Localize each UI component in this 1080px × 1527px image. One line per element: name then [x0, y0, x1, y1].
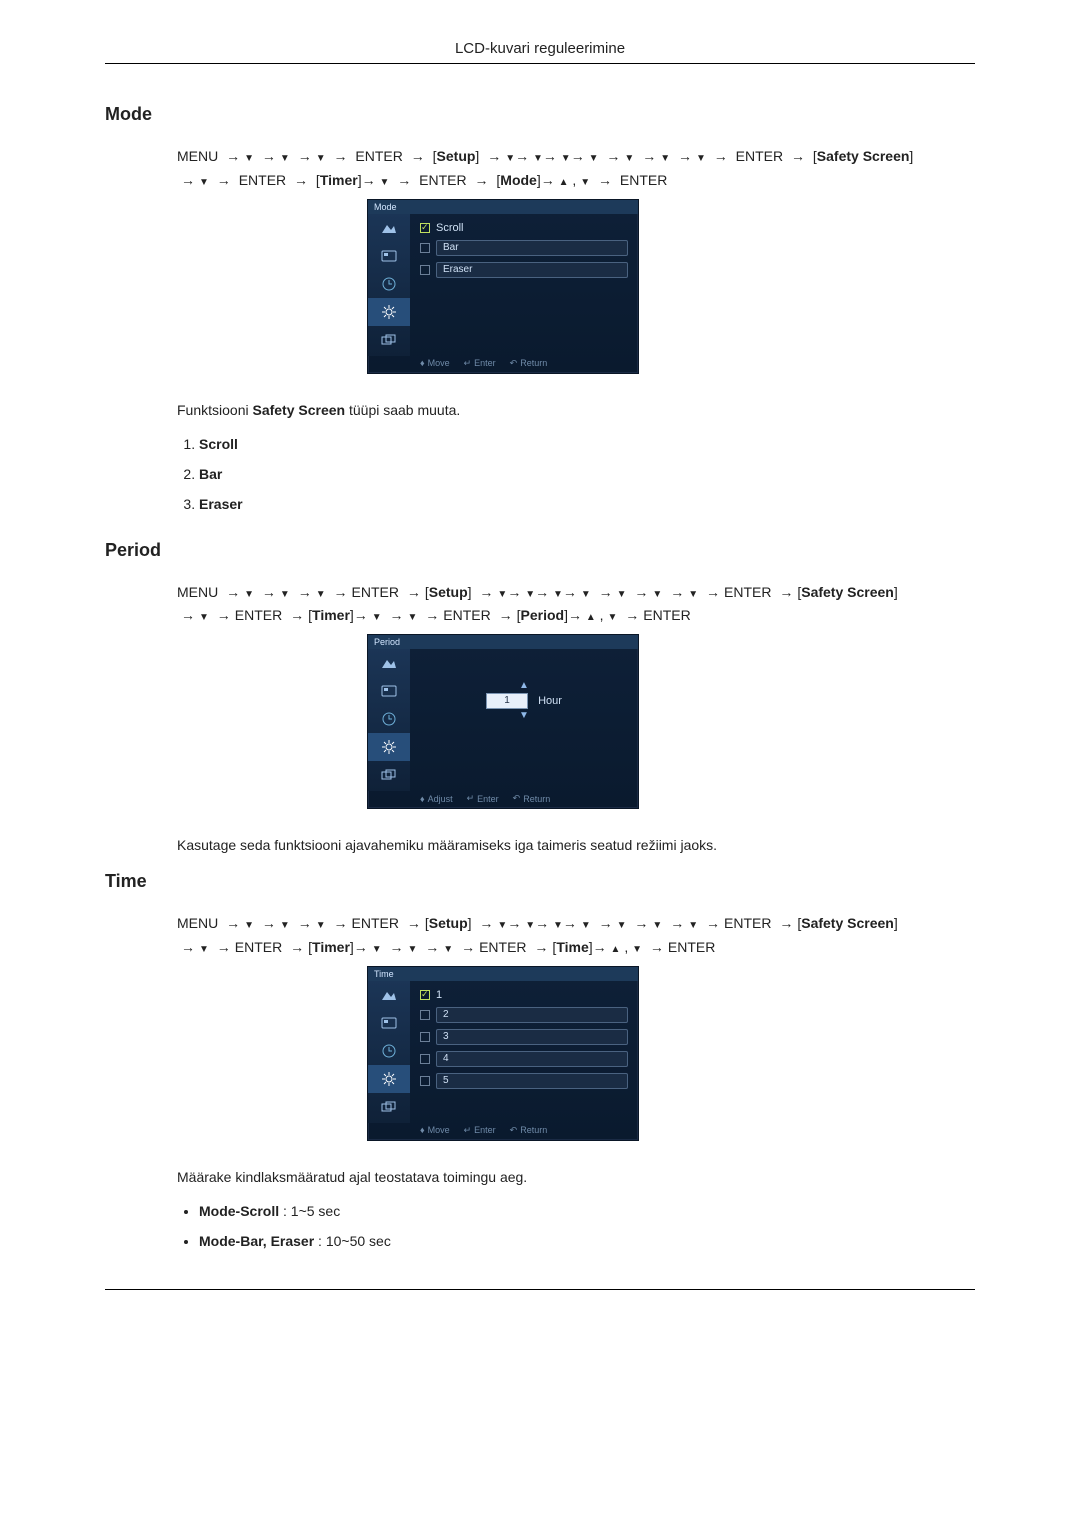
check-icon — [420, 265, 430, 275]
period-unit: Hour — [538, 695, 562, 707]
chevron-down-icon[interactable]: ▼ — [420, 711, 628, 721]
period-value: 1 — [486, 693, 528, 709]
osd-period-main: ▲ 1 Hour ▼ — [410, 649, 638, 791]
hint-move: ♦ Move — [420, 1125, 450, 1136]
hint-return: ↶ Return — [510, 358, 548, 369]
mode-nav-block: MENU → → → → ENTER → [Setup] →→ → → → → … — [177, 145, 975, 374]
time-nav-line: MENU → → → →ENTER →[Setup] →→ → → → → → … — [177, 912, 975, 960]
list-item: Bar — [199, 466, 975, 482]
check-icon — [420, 990, 430, 1000]
check-icon — [420, 1032, 430, 1042]
hint-return: ↶ Return — [513, 793, 551, 804]
clock-icon[interactable] — [368, 270, 410, 298]
osd-time: Time 1 2 3 4 5 ♦ Move — [367, 966, 639, 1141]
section-heading-time: Time — [105, 871, 975, 892]
nav-enter: ENTER — [355, 148, 402, 164]
list-item: Scroll — [199, 436, 975, 452]
check-icon — [420, 243, 430, 253]
input-icon[interactable] — [368, 1009, 410, 1037]
page-header-title: LCD-kuvari reguleerimine — [105, 40, 975, 57]
osd-mode-option[interactable]: Scroll — [420, 222, 628, 234]
nav-mode: Mode — [500, 172, 537, 188]
hint-enter: ↵ Enter — [467, 793, 499, 804]
picture-icon[interactable] — [368, 649, 410, 677]
arrow-icon: → — [226, 148, 240, 164]
osd-period: Period ▲ 1 Hour ▼ — [367, 634, 639, 809]
hint-move: ♦ Move — [420, 358, 450, 369]
osd-time-option[interactable]: 2 — [420, 1007, 628, 1023]
period-nav-line: MENU → → → →ENTER →[Setup] →→ → → → → → … — [177, 581, 975, 629]
multi-icon[interactable] — [368, 1093, 410, 1121]
check-icon — [420, 223, 430, 233]
check-icon — [420, 1054, 430, 1064]
up-icon — [559, 172, 569, 188]
hint-enter: ↵ Enter — [464, 358, 496, 369]
time-ranges-list: Mode-Scroll : 1~5 sec Mode-Bar, Eraser :… — [177, 1203, 975, 1249]
list-item: Mode-Bar, Eraser : 10~50 sec — [199, 1233, 975, 1249]
page: LCD-kuvari reguleerimine Mode MENU → → →… — [0, 0, 1080, 1350]
nav-timer: Timer — [320, 172, 358, 188]
multi-icon[interactable] — [368, 326, 410, 354]
mode-options-list: Scroll Bar Eraser — [177, 436, 975, 512]
osd-footer: ♦ Move ↵ Enter ↶ Return — [368, 356, 638, 373]
gear-icon[interactable] — [368, 298, 410, 326]
period-body-text: Kasutage seda funktsiooni ajavahemiku mä… — [177, 837, 975, 853]
osd-time-option[interactable]: 5 — [420, 1073, 628, 1089]
osd-mode-option[interactable]: Bar — [420, 240, 628, 256]
nav-safety-screen: Safety Screen — [817, 148, 910, 164]
osd-mode: Mode Scroll Bar — [367, 199, 639, 374]
hint-enter: ↵ Enter — [464, 1125, 496, 1136]
down-icon — [244, 148, 254, 164]
multi-icon[interactable] — [368, 761, 410, 789]
picture-icon[interactable] — [368, 981, 410, 1009]
osd-side-icons — [368, 214, 410, 356]
header-rule — [105, 63, 975, 64]
time-nav-block: MENU → → → →ENTER →[Setup] →→ → → → → → … — [177, 912, 975, 1141]
check-icon — [420, 1076, 430, 1086]
picture-icon[interactable] — [368, 214, 410, 242]
osd-side-icons — [368, 649, 410, 791]
input-icon[interactable] — [368, 677, 410, 705]
osd-time-main: 1 2 3 4 5 — [410, 981, 638, 1123]
hint-return: ↶ Return — [510, 1125, 548, 1136]
section-heading-period: Period — [105, 540, 975, 561]
osd-mode-main: Scroll Bar Eraser — [410, 214, 638, 356]
gear-icon[interactable] — [368, 1065, 410, 1093]
osd-footer: ♦ Adjust ↵ Enter ↶ Return — [368, 791, 638, 808]
clock-icon[interactable] — [368, 705, 410, 733]
list-item: Eraser — [199, 496, 975, 512]
nav-menu: MENU — [177, 148, 218, 164]
check-icon — [420, 1010, 430, 1020]
osd-time-option[interactable]: 1 — [420, 989, 628, 1001]
mode-nav-line: MENU → → → → ENTER → [Setup] →→ → → → → … — [177, 145, 975, 193]
osd-mode-option[interactable]: Eraser — [420, 262, 628, 278]
osd-side-icons — [368, 981, 410, 1123]
time-body-text: Määrake kindlaksmääratud ajal teostatava… — [177, 1169, 975, 1185]
chevron-up-icon[interactable]: ▲ — [420, 681, 628, 691]
hint-adjust: ♦ Adjust — [420, 793, 453, 804]
osd-time-option[interactable]: 3 — [420, 1029, 628, 1045]
osd-time-title: Time — [368, 967, 638, 981]
clock-icon[interactable] — [368, 1037, 410, 1065]
list-item: Mode-Scroll : 1~5 sec — [199, 1203, 975, 1219]
mode-intro-text: Funktsiooni Safety Screen tüüpi saab muu… — [177, 402, 975, 418]
osd-time-option[interactable]: 4 — [420, 1051, 628, 1067]
gear-icon[interactable] — [368, 733, 410, 761]
section-heading-mode: Mode — [105, 104, 975, 125]
osd-mode-title: Mode — [368, 200, 638, 214]
period-spinner[interactable]: ▲ 1 Hour ▼ — [420, 681, 628, 721]
nav-setup: Setup — [437, 148, 476, 164]
period-nav-block: MENU → → → →ENTER →[Setup] →→ → → → → → … — [177, 581, 975, 810]
footer-rule — [105, 1289, 975, 1290]
input-icon[interactable] — [368, 242, 410, 270]
osd-footer: ♦ Move ↵ Enter ↶ Return — [368, 1123, 638, 1140]
osd-period-title: Period — [368, 635, 638, 649]
